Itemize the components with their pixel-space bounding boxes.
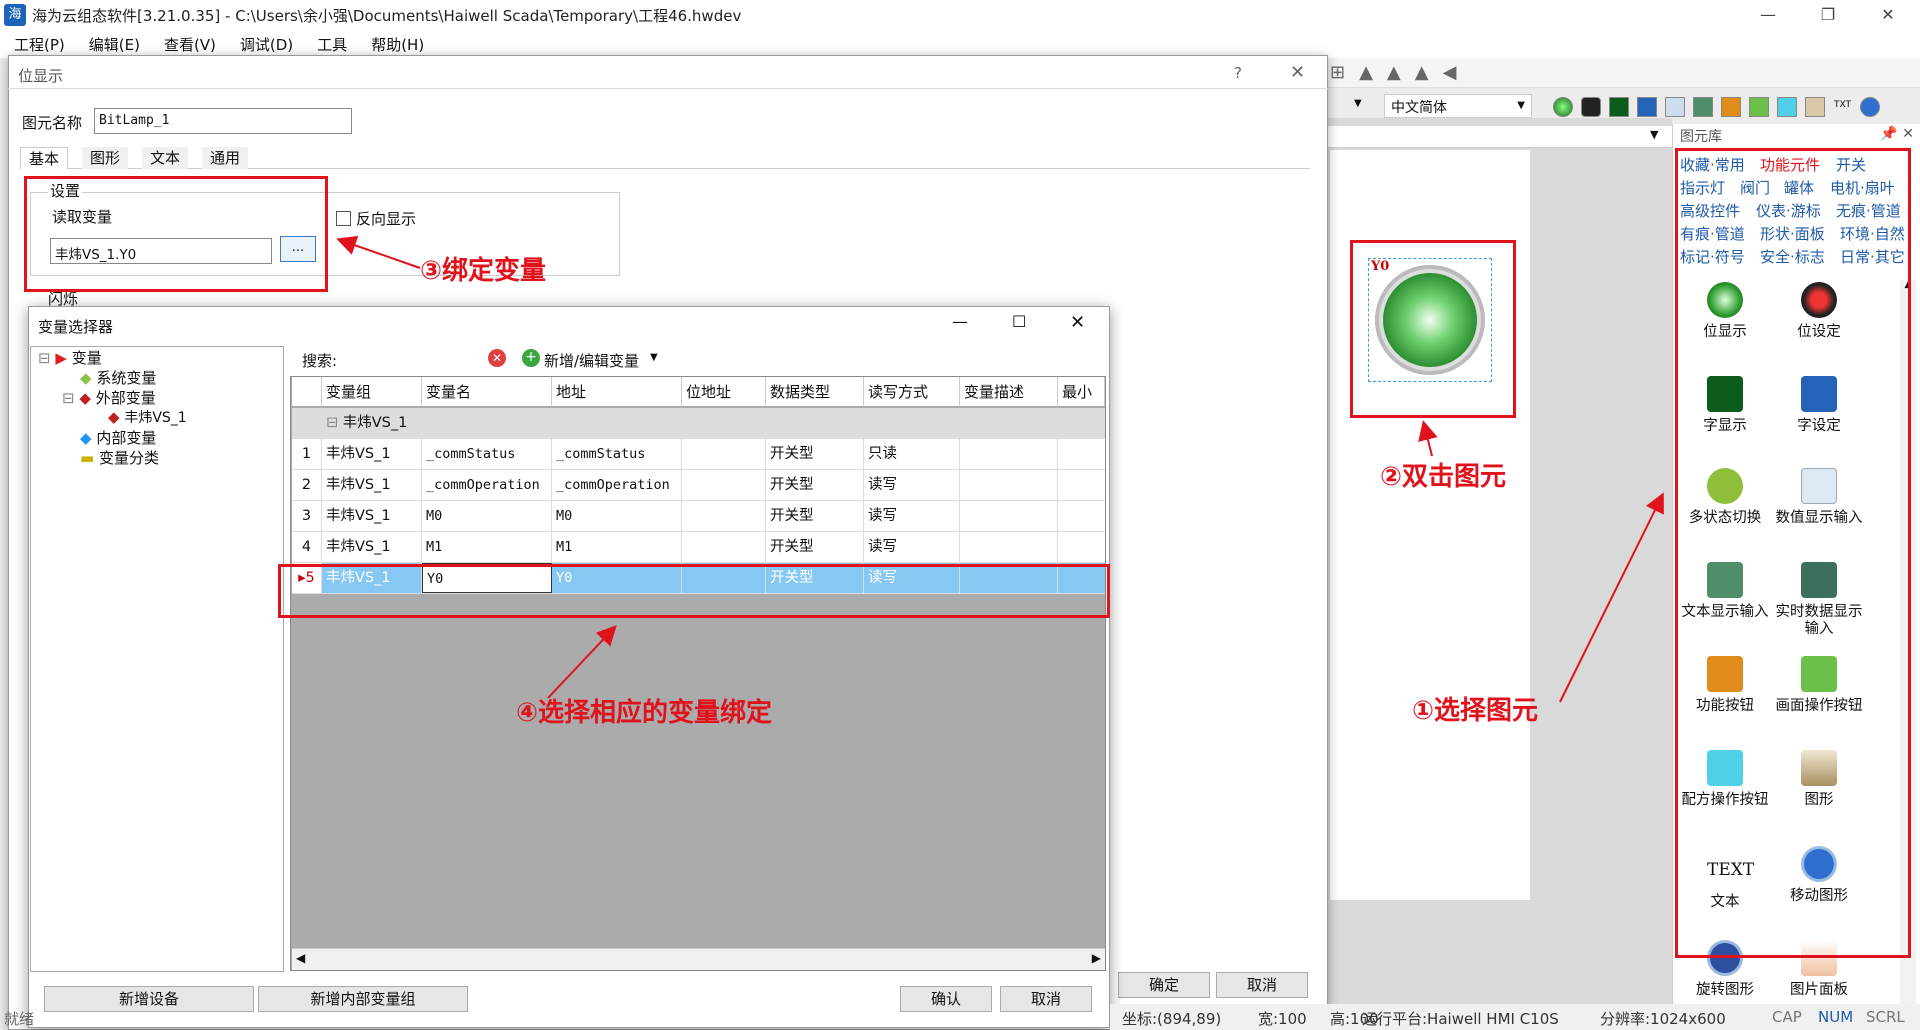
annotation-arrows (336, 235, 1664, 703)
annotation-step4: ④选择相应的变量绑定 (516, 698, 773, 728)
annotation-step1: ①选择图元 (1412, 696, 1539, 726)
annotation-step2: ②双击图元 (1380, 462, 1507, 492)
arrow-step3 (336, 235, 421, 269)
arrow-step2 (1418, 420, 1438, 457)
annotation-step3: ③绑定变量 (420, 256, 547, 286)
arrow-step1 (1559, 492, 1664, 703)
app-window: 海 海为云组态软件[3.21.0.35] - C:\Users\余小强\Docu… (0, 0, 1920, 1030)
arrow-step4 (547, 625, 617, 699)
